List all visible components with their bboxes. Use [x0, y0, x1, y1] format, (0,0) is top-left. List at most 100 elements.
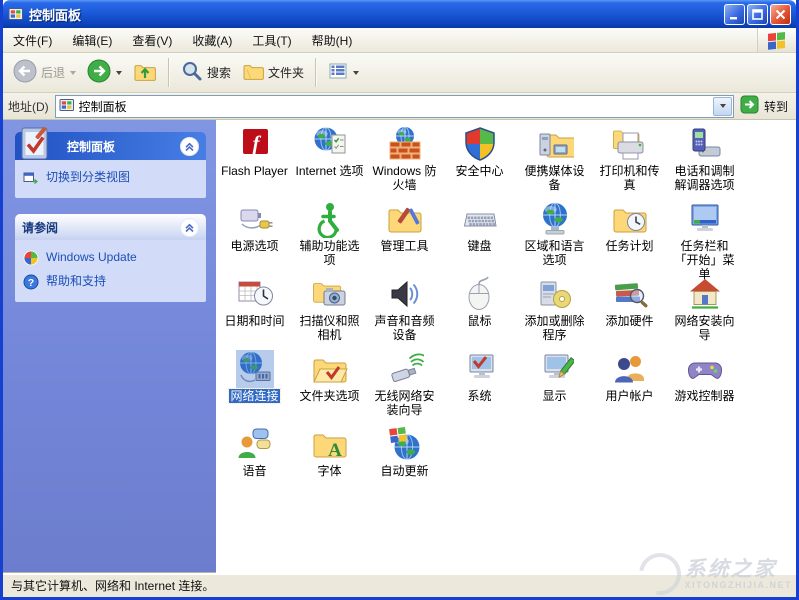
applet-add-hardware[interactable]: 添加硬件	[592, 273, 667, 348]
folders-button[interactable]: 文件夹	[238, 58, 308, 87]
back-label: 后退	[41, 66, 66, 80]
control-panel-icon	[15, 125, 57, 167]
minimize-button[interactable]	[724, 3, 745, 25]
applet-label: 添加硬件	[605, 314, 654, 328]
sounds-audio-devices-icon	[386, 275, 424, 313]
printers-faxes-icon	[611, 125, 649, 163]
applet-speech[interactable]: 语音	[217, 423, 292, 498]
applet-scheduled-tasks[interactable]: 任务计划	[592, 198, 667, 273]
window-title: 控制面板	[29, 7, 82, 23]
forward-button[interactable]	[83, 57, 126, 88]
search-button[interactable]: 搜索	[177, 58, 235, 87]
menu-item-help[interactable]: 帮助(H)	[302, 28, 363, 52]
up-folder-icon	[133, 59, 157, 86]
folders-label: 文件夹	[268, 66, 305, 80]
sidebar-item-help-support[interactable]: ? 帮助和支持	[23, 274, 198, 290]
menu-item-tools[interactable]: 工具(T)	[242, 28, 301, 52]
applet-label: 任务计划	[605, 239, 654, 253]
maximize-button[interactable]	[747, 3, 768, 25]
sidebar-panel-title: 请参阅	[22, 220, 59, 235]
applet-power-options[interactable]: 电源选项	[217, 198, 292, 273]
sidebar-item-category-view[interactable]: 切换到分类视图	[23, 170, 198, 186]
menu-item-favorites[interactable]: 收藏(A)	[182, 28, 242, 52]
applet-label: 键盘	[467, 239, 492, 253]
folders-icon	[242, 60, 264, 85]
toolbar: 后退 搜索 文件夹	[3, 53, 796, 93]
applet-internet-options[interactable]: Internet 选项	[292, 123, 367, 198]
applet-network-connections[interactable]: 网络连接	[217, 348, 292, 423]
content-area: f Flash Player Internet 选项 Windows 防火墙 安…	[216, 120, 796, 573]
security-center-icon	[461, 125, 499, 163]
titlebar[interactable]: 控制面板	[3, 0, 796, 28]
applet-add-remove-programs[interactable]: 添加或删除程序	[517, 273, 592, 348]
applet-display[interactable]: 显示	[517, 348, 592, 423]
menu-item-view[interactable]: 查看(V)	[122, 28, 182, 52]
network-connections-icon	[235, 350, 274, 388]
control-panel-window-icon	[8, 6, 24, 22]
address-input[interactable]: 控制面板	[54, 94, 734, 118]
collapse-chevron-icon[interactable]	[180, 136, 199, 156]
views-dropdown-icon	[353, 70, 360, 75]
sidebar-panel-body: Windows Update ? 帮助和支持	[15, 240, 206, 302]
menu-item-edit[interactable]: 编辑(E)	[62, 28, 122, 52]
sidebar-item-windows-update[interactable]: Windows Update	[23, 250, 198, 266]
back-button[interactable]: 后退	[9, 57, 80, 88]
applet-automatic-updates[interactable]: 自动更新	[367, 423, 442, 498]
applet-keyboard[interactable]: 键盘	[442, 198, 517, 273]
applet-regional-language-options[interactable]: 区域和语言选项	[517, 198, 592, 273]
applet-label: 语音	[242, 464, 267, 478]
add-hardware-icon	[611, 275, 649, 313]
applet-label: 字体	[317, 464, 342, 478]
chevron-down-icon	[719, 104, 726, 108]
applet-label: 鼠标	[467, 314, 492, 328]
system-icon	[461, 350, 499, 388]
applet-system[interactable]: 系统	[442, 348, 517, 423]
control-panel-window: 控制面板 文件(F) 编辑(E) 查看(V) 收藏(A) 工具(T) 帮助(H) 后退 搜…	[0, 0, 799, 600]
applet-portable-media-devices[interactable]: 便携媒体设备	[517, 123, 592, 198]
applet-label: 添加或删除程序	[524, 314, 585, 342]
applet-security-center[interactable]: 安全中心	[442, 123, 517, 198]
applet-label: 便携媒体设备	[524, 164, 585, 192]
applet-folder-options[interactable]: 文件夹选项	[292, 348, 367, 423]
applet-scanners-cameras[interactable]: 扫描仪和照相机	[292, 273, 367, 348]
applet-date-time[interactable]: 日期和时间	[217, 273, 292, 348]
applet-user-accounts[interactable]: 用户帐户	[592, 348, 667, 423]
applet-sounds-audio-devices[interactable]: 声音和音频设备	[367, 273, 442, 348]
power-options-icon	[236, 200, 274, 238]
applet-label: 网络连接	[228, 388, 281, 404]
statusbar: 与其它计算机、网络和 Internet 连接。	[3, 573, 796, 597]
applet-wireless-network-setup-wizard[interactable]: 无线网络安装向导	[367, 348, 442, 423]
back-dropdown-icon	[70, 70, 77, 75]
collapse-chevron-icon[interactable]	[180, 217, 199, 237]
address-value: 控制面板	[78, 99, 127, 114]
applet-fonts[interactable]: A 字体	[292, 423, 367, 498]
applet-flash-player[interactable]: f Flash Player	[217, 123, 292, 198]
applet-accessibility-options[interactable]: 辅助功能选项	[292, 198, 367, 273]
applet-printers-faxes[interactable]: 打印机和传真	[592, 123, 667, 198]
category-view-icon	[23, 170, 39, 186]
applet-phone-modem-options[interactable]: 电话和调制解调器选项	[667, 123, 742, 198]
applet-label: 文件夹选项	[299, 389, 360, 403]
applet-taskbar-start-menu[interactable]: 任务栏和「开始」菜单	[667, 198, 742, 281]
applet-windows-firewall[interactable]: Windows 防火墙	[367, 123, 442, 198]
applet-game-controllers[interactable]: 游戏控制器	[667, 348, 742, 423]
applet-label: 系统	[467, 389, 492, 403]
flash-player-icon: f	[236, 125, 274, 163]
windows-update-icon	[23, 250, 39, 266]
wireless-network-setup-wizard-icon	[386, 350, 425, 388]
applet-network-setup-wizard[interactable]: 网络安装向导	[667, 273, 742, 348]
applet-label: 辅助功能选项	[299, 239, 360, 267]
go-button[interactable]: 转到	[740, 95, 791, 117]
applet-label: 管理工具	[380, 239, 429, 253]
fonts-icon: A	[311, 425, 349, 463]
applet-mouse[interactable]: 鼠标	[442, 273, 517, 348]
menu-item-file[interactable]: 文件(F)	[3, 28, 62, 52]
toolbar-separator	[168, 58, 171, 87]
views-button[interactable]	[324, 59, 363, 86]
up-button[interactable]	[129, 57, 161, 88]
address-dropdown-button[interactable]	[712, 96, 732, 116]
applet-administrative-tools[interactable]: 管理工具	[367, 198, 442, 273]
menubar: 文件(F) 编辑(E) 查看(V) 收藏(A) 工具(T) 帮助(H)	[3, 28, 796, 53]
sidebar-panel-header-see-also[interactable]: 请参阅	[15, 214, 206, 240]
close-button[interactable]	[770, 3, 791, 25]
